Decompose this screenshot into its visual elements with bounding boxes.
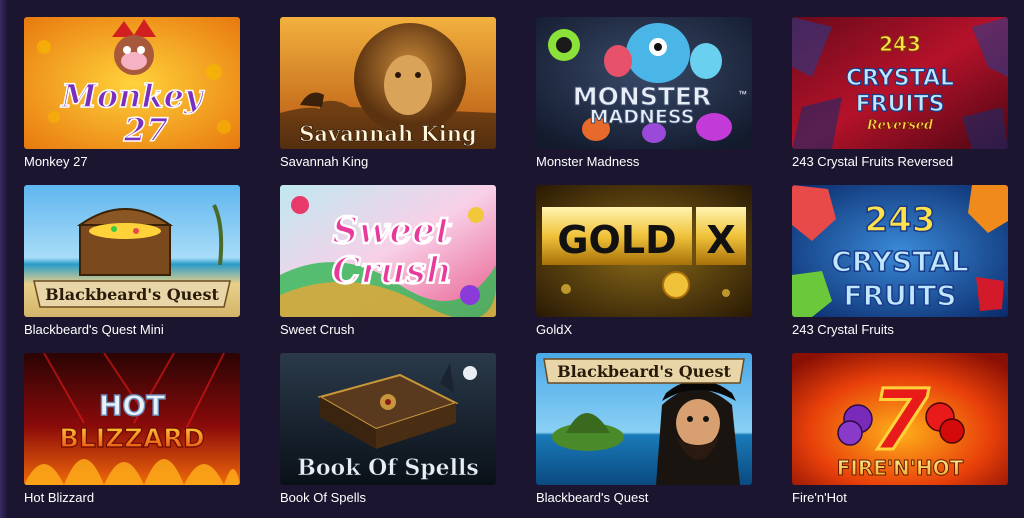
logo-text-243: 243 xyxy=(879,32,921,56)
game-title[interactable]: Blackbeard's Quest xyxy=(536,489,752,507)
game-card-243-crystal-fruits[interactable]: 243 CRYSTAL FRUITS 243 Crystal Fruits xyxy=(792,185,1008,345)
logo-text: Blackbeard's Quest xyxy=(557,362,731,381)
game-thumbnail[interactable]: GOLD X xyxy=(536,185,752,317)
game-thumbnail[interactable]: 7 FIRE'N'HOT xyxy=(792,353,1008,485)
game-card-goldx[interactable]: GOLD X GoldX xyxy=(536,185,752,345)
game-card-sweet-crush[interactable]: Sweet Crush Sweet Crush xyxy=(280,185,496,345)
game-lobby: Monkey 27 Monkey 27 Savannah King Savann… xyxy=(0,0,1024,518)
game-card-fire-n-hot[interactable]: 7 FIRE'N'HOT Fire'n'Hot xyxy=(792,353,1008,513)
logo-text-line-2: MADNESS xyxy=(590,106,695,128)
game-card-blackbeards-quest[interactable]: Blackbeard's Quest Blackbeard's Quest xyxy=(536,353,752,513)
game-title[interactable]: GoldX xyxy=(536,321,752,339)
game-title[interactable]: 243 Crystal Fruits xyxy=(792,321,1008,339)
logo-text-blizzard: BLIZZARD xyxy=(59,424,205,454)
game-card-monkey-27[interactable]: Monkey 27 Monkey 27 xyxy=(24,17,240,177)
game-title[interactable]: Book Of Spells xyxy=(280,489,496,507)
logo-text: Savannah King xyxy=(299,121,477,146)
game-title[interactable]: Sweet Crush xyxy=(280,321,496,339)
logo-text-reversed: Reversed xyxy=(866,118,933,133)
trademark-mark: ™ xyxy=(738,89,747,99)
game-title[interactable]: 243 Crystal Fruits Reversed xyxy=(792,153,1008,171)
logo-text-line-1: Monkey xyxy=(60,77,205,115)
logo-text-crystal: CRYSTAL xyxy=(831,245,969,278)
game-title[interactable]: Savannah King xyxy=(280,153,496,171)
game-thumbnail[interactable]: MONSTER MADNESS ™ xyxy=(536,17,752,149)
logo-text-seven: 7 xyxy=(871,371,930,469)
logo-text-line-2: Crush xyxy=(332,250,452,292)
game-card-243-crystal-fruits-reversed[interactable]: 243 CRYSTAL FRUITS Reversed 243 Crystal … xyxy=(792,17,1008,177)
game-thumbnail[interactable]: Blackbeard's Quest xyxy=(536,353,752,485)
game-title[interactable]: Hot Blizzard xyxy=(24,489,240,507)
left-edge-strip xyxy=(0,0,8,518)
logo-text-line-2: 27 xyxy=(123,111,169,149)
game-card-book-of-spells[interactable]: Book Of Spells Book Of Spells xyxy=(280,353,496,513)
logo-text-fruits: FRUITS xyxy=(856,92,945,117)
logo-text: Blackbeard's Quest xyxy=(45,285,219,304)
logo-text-gold: GOLD xyxy=(557,218,676,262)
game-title[interactable]: Monster Madness xyxy=(536,153,752,171)
game-card-savannah-king[interactable]: Savannah King Savannah King xyxy=(280,17,496,177)
game-thumbnail[interactable]: Monkey 27 xyxy=(24,17,240,149)
logo-text-fire-n-hot: FIRE'N'HOT xyxy=(837,456,964,480)
game-card-hot-blizzard[interactable]: HOT BLIZZARD Hot Blizzard xyxy=(24,353,240,513)
logo-text-crystal: CRYSTAL xyxy=(846,66,954,91)
game-title[interactable]: Monkey 27 xyxy=(24,153,240,171)
game-grid: Monkey 27 Monkey 27 Savannah King Savann… xyxy=(24,17,1008,513)
logo-text: Book Of Spells xyxy=(297,455,479,481)
game-thumbnail[interactable]: Savannah King xyxy=(280,17,496,149)
game-thumbnail[interactable]: Book Of Spells xyxy=(280,353,496,485)
game-card-blackbeards-quest-mini[interactable]: Blackbeard's Quest Blackbeard's Quest Mi… xyxy=(24,185,240,345)
logo-text-fruits: FRUITS xyxy=(843,279,956,312)
game-title[interactable]: Fire'n'Hot xyxy=(792,489,1008,507)
game-title[interactable]: Blackbeard's Quest Mini xyxy=(24,321,240,339)
game-thumbnail[interactable]: 243 CRYSTAL FRUITS xyxy=(792,185,1008,317)
game-thumbnail[interactable]: 243 CRYSTAL FRUITS Reversed xyxy=(792,17,1008,149)
logo-text-line-1: Sweet xyxy=(332,210,452,252)
logo-text-243: 243 xyxy=(865,200,936,240)
game-thumbnail[interactable]: HOT BLIZZARD xyxy=(24,353,240,485)
game-card-monster-madness[interactable]: MONSTER MADNESS ™ Monster Madness xyxy=(536,17,752,177)
logo-text-hot: HOT xyxy=(99,389,165,422)
logo-text-x: X xyxy=(706,218,735,262)
game-thumbnail[interactable]: Blackbeard's Quest xyxy=(24,185,240,317)
game-thumbnail[interactable]: Sweet Crush xyxy=(280,185,496,317)
